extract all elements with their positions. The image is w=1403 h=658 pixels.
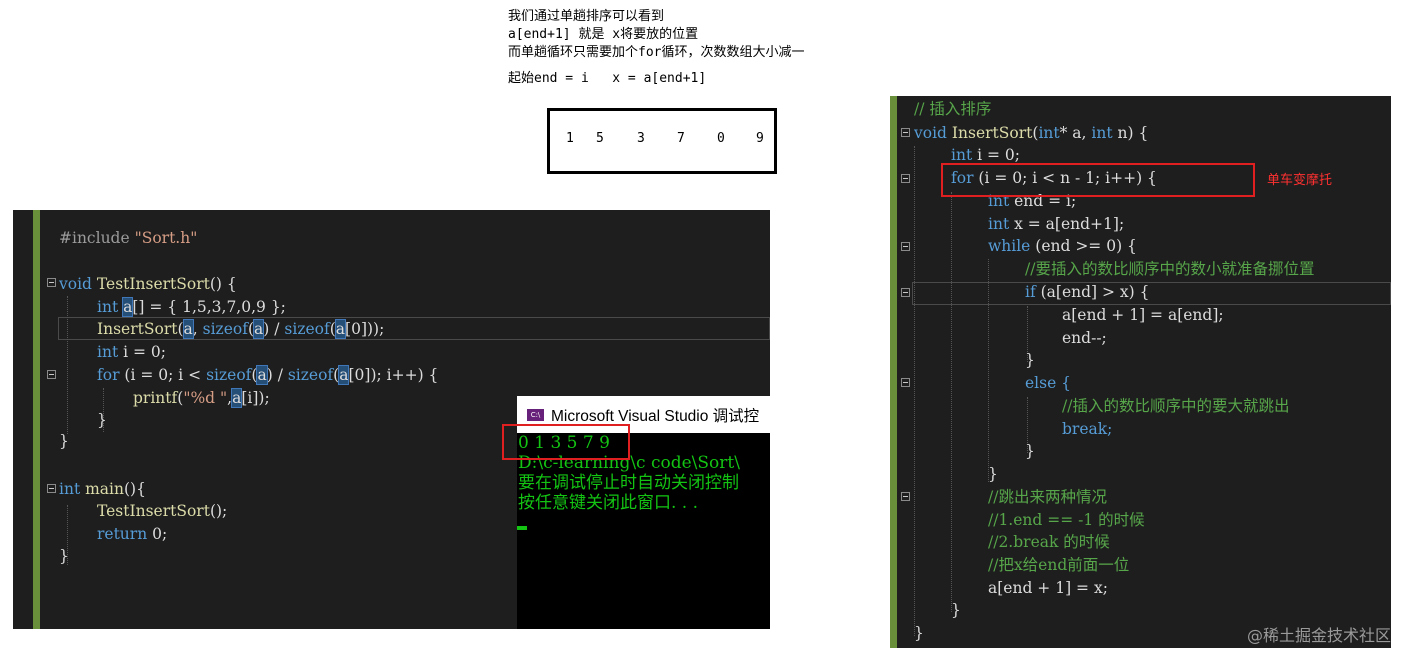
note-line-4: 起始end = i x = a[end+1] — [508, 71, 707, 86]
fold-toggle-icon[interactable] — [47, 484, 56, 493]
change-bar — [890, 96, 897, 648]
code-line-12: return 0; — [97, 525, 168, 543]
current-line-highlight — [912, 282, 1391, 305]
array-value: 9 — [756, 131, 764, 146]
array-value: 7 — [677, 131, 685, 146]
code-line-8: } — [97, 411, 107, 429]
code-line-1: #include "Sort.h" — [59, 229, 198, 247]
indent-guide — [914, 146, 915, 636]
annotation-label: 单车变摩托 — [1267, 173, 1333, 188]
code-line-2: void InsertSort(int* a, int n) { — [914, 124, 1149, 142]
console-output-line: 要在调试停止时自动关闭控制 — [518, 473, 739, 493]
code-line-6: for (i = 0; i < sizeof(a) / sizeof(a[0])… — [97, 365, 439, 385]
code-line-16: } — [1025, 442, 1035, 460]
watermark: @稀土掘金技术社区 — [1246, 626, 1391, 645]
explanation-notes: 我们通过单趟排序可以看到 a[end+1] 就是 x将要放的位置 而单趟循环只需… — [508, 8, 804, 88]
code-line-12: } — [1025, 351, 1035, 369]
fold-toggle-icon[interactable] — [47, 370, 56, 379]
fold-toggle-icon[interactable] — [901, 492, 910, 501]
console-cursor — [517, 526, 527, 530]
code-line-7: while (end >= 0) { — [988, 237, 1137, 255]
indent-guide — [951, 192, 952, 612]
code-line-13: else { — [1025, 374, 1072, 392]
code-line-1: // 插入排序 — [914, 100, 992, 118]
array-value: 0 — [717, 131, 725, 146]
array-value: 1 — [566, 131, 574, 146]
code-line-18: //跳出来两种情况 — [988, 488, 1107, 506]
code-line-10: a[end + 1] = a[end]; — [1062, 306, 1224, 324]
fold-toggle-icon[interactable] — [47, 278, 56, 287]
code-line-17: } — [988, 465, 998, 483]
code-line-19: //1.end == -1 的时候 — [988, 511, 1145, 529]
note-line-1: 我们通过单趟排序可以看到 — [508, 9, 665, 24]
fold-toggle-icon[interactable] — [901, 378, 910, 387]
indent-guide — [988, 259, 989, 482]
change-bar — [33, 210, 40, 629]
code-line-9: } — [59, 432, 69, 450]
code-line-11: end--; — [1062, 329, 1107, 347]
fold-toggle-icon[interactable] — [901, 174, 910, 183]
code-line-22: a[end + 1] = x; — [988, 579, 1108, 597]
code-line-23: } — [951, 601, 961, 619]
console-output-line: 按任意键关闭此窗口. . . — [518, 493, 699, 513]
array-value: 5 — [596, 131, 604, 146]
fold-toggle-icon[interactable] — [901, 242, 910, 251]
code-line-20: //2.break 的时候 — [988, 533, 1110, 551]
fold-toggle-icon[interactable] — [901, 288, 910, 297]
indent-guide — [67, 296, 68, 434]
code-line-2: void TestInsertSort() { — [59, 275, 237, 293]
array-value: 3 — [637, 131, 645, 146]
note-line-3: 而单趟循环只需要加个for循环，次数数组大小减一 — [508, 45, 805, 60]
code-line-14: //插入的数比顺序中的要大就跳出 — [1062, 397, 1290, 415]
note-line-2: a[end+1] 就是 x将要放的位置 — [508, 27, 699, 42]
for-loop-highlight-box — [941, 163, 1255, 197]
vs-console-icon: C:\ — [527, 408, 544, 421]
code-line-7: printf("%d ",a[i]); — [133, 388, 270, 408]
output-highlight-box — [502, 424, 630, 460]
code-line-4: InsertSort(a, sizeof(a) / sizeof(a[0])); — [97, 319, 385, 339]
fold-toggle-icon[interactable] — [901, 128, 910, 137]
code-line-10: int main(){ — [59, 480, 146, 498]
console-title: Microsoft Visual Studio 调试控 — [551, 407, 760, 425]
array-diagram: 1 5 3 7 0 9 — [547, 108, 777, 174]
code-line-5: int i = 0; — [97, 343, 166, 361]
code-line-9: if (a[end] > x) { — [1025, 283, 1150, 301]
code-line-24: } — [914, 624, 924, 642]
code-line-8: //要插入的数比顺序中的数小就准备挪位置 — [1025, 260, 1315, 278]
code-line-21: //把x给end前面一位 — [988, 556, 1130, 574]
code-line-11: TestInsertSort(); — [97, 502, 228, 520]
code-line-6: int x = a[end+1]; — [988, 215, 1125, 233]
code-line-3: int a[] = { 1,5,3,7,0,9 }; — [97, 297, 286, 317]
code-line-15: break; — [1062, 420, 1113, 438]
code-line-13: } — [59, 547, 69, 565]
